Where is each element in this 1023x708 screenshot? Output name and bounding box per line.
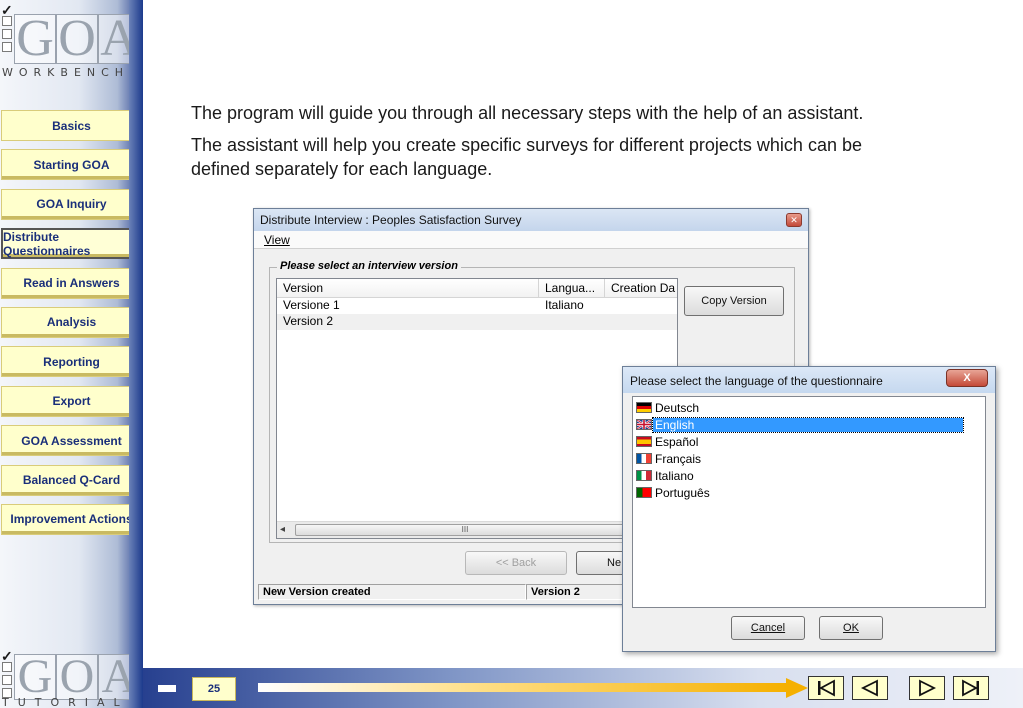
language-label: Português [655, 485, 710, 500]
cell-language [539, 314, 605, 330]
close-icon[interactable]: ✕ [786, 213, 802, 227]
language-label: Français [655, 451, 702, 466]
flag-portugal-icon [636, 487, 652, 498]
menu-bar: View [254, 231, 808, 249]
cancel-button[interactable]: Cancel [731, 616, 805, 640]
logo-letter: O [56, 13, 98, 65]
logo-letter: A [98, 13, 140, 65]
scroll-thumb[interactable]: III [295, 524, 635, 536]
dialog-title-bar: Please select the language of the questi… [623, 367, 995, 393]
cell-language: Italiano [545, 298, 584, 312]
previous-page-button[interactable] [852, 676, 888, 700]
nav-item-analysis[interactable]: Analysis [1, 306, 142, 338]
next-page-button[interactable] [909, 676, 945, 700]
list-item[interactable]: English [633, 416, 985, 433]
column-header-version[interactable]: Version [277, 279, 539, 297]
copy-version-button[interactable]: Copy Version [684, 286, 784, 316]
language-label: Italiano [655, 468, 694, 483]
nav-item-balanced-q-card[interactable]: Balanced Q-Card [1, 464, 142, 496]
intro-paragraph-2-line2: defined separately for each language. [191, 159, 493, 179]
flag-italy-icon [636, 470, 652, 481]
cell-version: Version 2 [283, 314, 334, 328]
flag-germany-icon [636, 402, 652, 413]
progress-bar [258, 683, 788, 692]
list-item[interactable]: Español [633, 433, 985, 450]
nav-menu: Basics Starting GOA GOA Inquiry Distribu… [0, 110, 143, 543]
logo-letter: A [98, 653, 140, 701]
scroll-left-icon[interactable]: ◂ [280, 524, 285, 535]
intro-paragraph-2-line1: The assistant will help you create speci… [191, 135, 862, 155]
list-header: Version Langua... Creation Da [277, 279, 677, 298]
table-row[interactable]: Version 2 [277, 314, 677, 330]
table-row[interactable]: Versione 1 Italiano [277, 298, 677, 314]
nav-item-basics[interactable]: Basics [1, 110, 142, 141]
language-label: Español [655, 434, 699, 449]
skip-forward-icon [962, 679, 979, 697]
progress-arrow-icon [786, 678, 808, 698]
flag-france-icon [636, 453, 652, 464]
nav-item-read-in-answers[interactable]: Read in Answers [1, 267, 142, 299]
close-icon[interactable]: X [946, 369, 988, 387]
back-button[interactable]: << Back [465, 551, 567, 575]
first-page-button[interactable] [808, 676, 844, 700]
flag-uk-icon [636, 419, 652, 430]
nav-item-goa-assessment[interactable]: GOA Assessment [1, 425, 142, 457]
dialog-title-bar: Distribute Interview : Peoples Satisfact… [254, 209, 808, 231]
cell-creation-date [605, 298, 677, 314]
horizontal-scrollbar[interactable]: ◂ III [277, 521, 677, 538]
list-item[interactable]: Français [633, 450, 985, 467]
nav-item-improvement-actions[interactable]: Improvement Actions [1, 503, 142, 535]
list-item[interactable]: Italiano [633, 467, 985, 484]
nav-item-starting-goa[interactable]: Starting GOA [1, 149, 142, 181]
last-page-button[interactable] [953, 676, 989, 700]
tutorial-logo: ✓ G O A TUTORIAL [0, 648, 143, 708]
logo-letter: O [56, 653, 98, 701]
skip-back-icon [818, 679, 835, 697]
dialog-title: Distribute Interview : Peoples Satisfact… [260, 213, 522, 227]
version-list[interactable]: Version Langua... Creation Da Versione 1… [276, 278, 678, 539]
nav-item-distribute-questionnaires[interactable]: Distribute Questionnaires [1, 228, 142, 260]
workbench-logo: ✓ G O A WORKBENCH [0, 2, 143, 79]
list-item[interactable]: Deutsch [633, 399, 985, 416]
status-message: New Version created [258, 584, 526, 600]
nav-item-goa-inquiry[interactable]: GOA Inquiry [1, 188, 142, 220]
logo-subtitle: WORKBENCH [2, 66, 130, 79]
logo-subtitle: TUTORIAL [2, 696, 129, 708]
intro-paragraph-1: The program will guide you through all n… [191, 103, 864, 123]
cell-creation-date [605, 314, 677, 330]
nav-item-export[interactable]: Export [1, 385, 142, 417]
logo-letter: G [14, 13, 56, 65]
list-item[interactable]: Português [633, 484, 985, 501]
language-dialog: Please select the language of the questi… [622, 366, 996, 652]
nav-item-reporting[interactable]: Reporting [1, 346, 142, 378]
footer-dash [158, 685, 176, 692]
flag-spain-icon [636, 436, 652, 447]
arrow-left-icon [860, 679, 878, 697]
language-label: Deutsch [655, 400, 700, 415]
group-label: Please select an interview version [277, 260, 461, 272]
ok-button[interactable]: OK [819, 616, 883, 640]
page-number: 25 [192, 677, 236, 701]
logo-letter: G [14, 653, 56, 701]
cell-version: Versione 1 [283, 298, 340, 312]
dialog-title: Please select the language of the questi… [630, 374, 883, 388]
arrow-right-icon [919, 679, 937, 697]
column-header-language[interactable]: Langua... [539, 279, 605, 297]
menu-view[interactable]: View [264, 233, 290, 247]
language-label: English [652, 416, 964, 433]
language-list[interactable]: Deutsch English Español Français Italian… [632, 396, 986, 608]
sidebar: ✓ G O A WORKBENCH Basics Starting GOA GO… [0, 0, 143, 708]
column-header-creation-date[interactable]: Creation Da [605, 279, 677, 297]
